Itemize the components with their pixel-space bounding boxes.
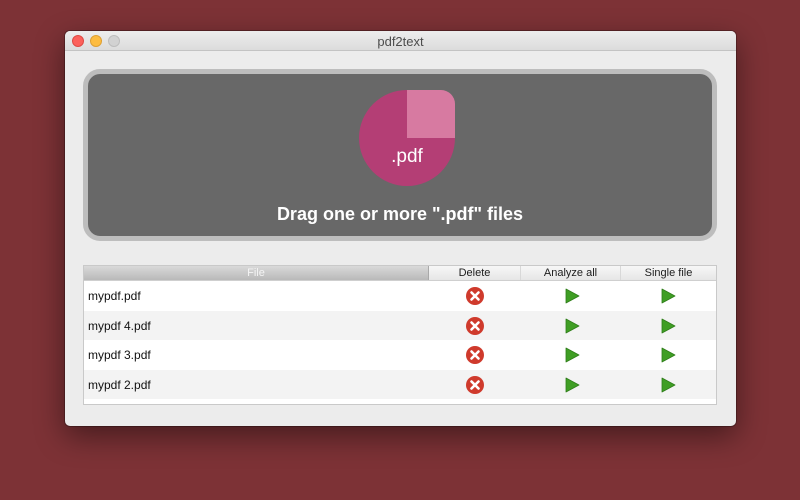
play-icon (562, 316, 582, 336)
pdf-drop-zone[interactable]: .pdf Drag one or more ".pdf" files (83, 69, 717, 241)
single-file-button[interactable] (658, 286, 678, 306)
column-header-delete[interactable]: Delete (429, 266, 521, 280)
column-header-analyze-all[interactable]: Analyze all (521, 266, 621, 280)
file-name: mypdf 3.pdf (88, 348, 151, 362)
close-circle-icon (465, 286, 485, 306)
delete-button[interactable] (465, 286, 485, 306)
file-name: mypdf.pdf (88, 289, 141, 303)
play-icon (562, 345, 582, 365)
play-icon (658, 286, 678, 306)
window-title: pdf2text (377, 34, 424, 49)
close-circle-icon (465, 375, 485, 395)
pdf-extension-label: .pdf (391, 146, 423, 167)
file-name: mypdf 4.pdf (88, 318, 151, 333)
table-row[interactable]: mypdf.pdf (84, 281, 716, 311)
single-file-button[interactable] (658, 375, 678, 395)
file-table: File Delete Analyze all Single file mypd… (83, 265, 717, 405)
app-window: pdf2text .pdf Drag one or more ".pdf" fi… (65, 31, 736, 426)
play-icon (562, 286, 582, 306)
single-file-button[interactable] (658, 316, 678, 336)
play-icon (658, 316, 678, 336)
table-row[interactable]: mypdf 2.pdf (84, 369, 716, 399)
pdf-file-icon (359, 90, 455, 186)
analyze-all-button[interactable] (562, 375, 582, 395)
single-file-button[interactable] (658, 345, 678, 365)
table-header: File Delete Analyze all Single file (84, 266, 716, 281)
title-bar[interactable]: pdf2text (65, 31, 736, 51)
play-icon (658, 345, 678, 365)
close-circle-icon (465, 316, 485, 336)
play-icon (658, 375, 678, 395)
analyze-all-button[interactable] (562, 316, 582, 336)
table-row[interactable]: mypdf 3.pdf (84, 340, 716, 370)
delete-button[interactable] (465, 345, 485, 365)
close-circle-icon (465, 345, 485, 365)
table-row[interactable]: mypdf 4.pdf (84, 310, 716, 340)
drop-instructions: Drag one or more ".pdf" files (276, 204, 524, 224)
analyze-all-button[interactable] (562, 345, 582, 365)
delete-button[interactable] (465, 375, 485, 395)
analyze-all-button[interactable] (562, 286, 582, 306)
file-name: mypdf 2.pdf (88, 377, 151, 392)
delete-button[interactable] (465, 316, 485, 336)
play-icon (562, 375, 582, 395)
column-header-file[interactable]: File (84, 266, 429, 280)
column-header-single-file[interactable]: Single file (621, 266, 716, 280)
